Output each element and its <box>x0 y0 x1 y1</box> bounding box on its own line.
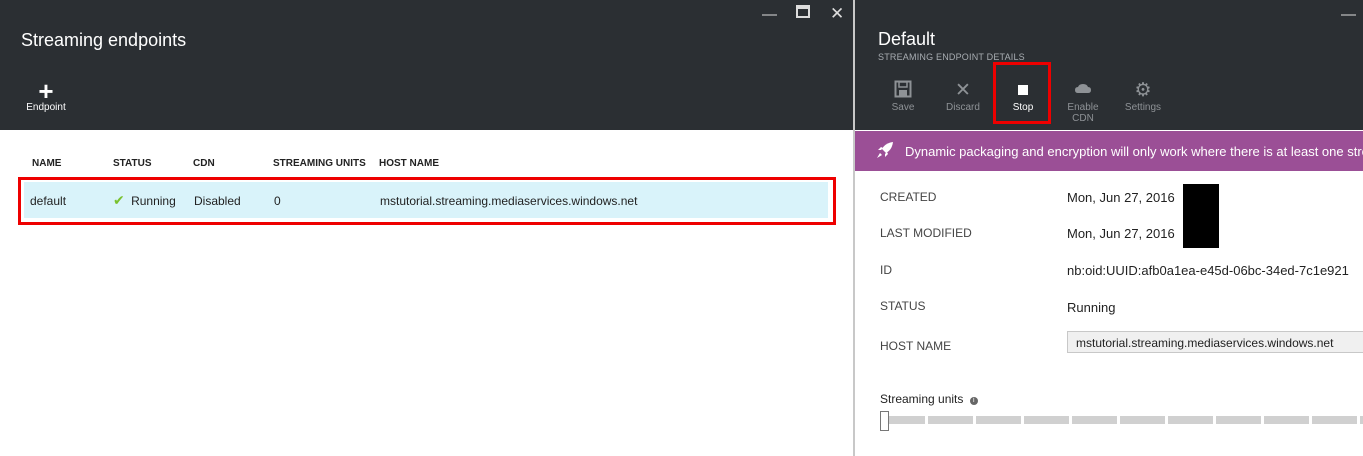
cloud-icon <box>1063 80 1103 102</box>
gear-icon: ⚙ <box>1134 80 1152 101</box>
details-subtitle: STREAMING ENDPOINT DETAILS <box>878 52 1025 62</box>
save-icon <box>883 80 923 102</box>
host-name-label: HOST NAME <box>880 339 952 353</box>
id-value: nb:oid:UUID:afb0a1ea-e45d-06bc-34ed-7c1e… <box>1067 263 1349 278</box>
save-button[interactable]: Save <box>883 80 923 113</box>
row-name: default <box>30 194 67 208</box>
discard-x-icon: ✕ <box>955 80 971 101</box>
enable-cdn-label-2: CDN <box>1072 113 1094 124</box>
col-header-name[interactable]: NAME <box>32 158 61 169</box>
col-header-status[interactable]: STATUS <box>113 158 152 169</box>
row-cdn: Disabled <box>194 194 241 208</box>
slider-segment <box>1168 416 1213 424</box>
row-host-name: mstutorial.streaming.mediaservices.windo… <box>380 194 638 208</box>
status-label: STATUS <box>880 299 926 313</box>
col-header-cdn[interactable]: CDN <box>193 158 215 169</box>
discard-label: Discard <box>946 102 980 113</box>
slider-segment <box>928 416 973 424</box>
rocket-icon <box>875 140 895 165</box>
last-modified-label: LAST MODIFIED <box>880 226 972 240</box>
streaming-endpoints-blade: Streaming endpoints — ✕ + Endpoint NAME … <box>0 0 853 456</box>
streaming-units-label-text: Streaming units <box>880 392 964 406</box>
created-value: Mon, Jun 27, 2016 <box>1067 190 1175 205</box>
minimize-icon[interactable]: — <box>762 6 777 23</box>
slider-segment <box>1216 416 1261 424</box>
streaming-units-slider-track[interactable] <box>880 416 1363 426</box>
check-icon: ✔ <box>113 192 125 208</box>
redaction-block <box>1183 184 1219 248</box>
slider-segment <box>1072 416 1117 424</box>
details-header: Default STREAMING ENDPOINT DETAILS — Sav… <box>855 0 1363 130</box>
last-modified-value: Mon, Jun 27, 2016 <box>1067 226 1175 241</box>
host-name-field[interactable]: mstutorial.streaming.mediaservices.windo… <box>1067 331 1363 353</box>
slider-segment <box>1312 416 1357 424</box>
discard-button[interactable]: ✕ Discard <box>942 80 984 113</box>
enable-cdn-label-1: Enable <box>1067 102 1099 113</box>
maximize-icon[interactable] <box>796 5 810 22</box>
info-icon[interactable]: i <box>969 397 978 405</box>
save-label: Save <box>891 102 915 113</box>
slider-segment <box>1264 416 1309 424</box>
slider-segment <box>976 416 1021 424</box>
enable-cdn-button[interactable]: Enable CDN <box>1063 80 1103 124</box>
col-header-streaming-units[interactable]: STREAMING UNITS <box>273 158 366 169</box>
add-endpoint-button[interactable]: + Endpoint <box>24 76 68 113</box>
row-streaming-units: 0 <box>274 194 281 208</box>
close-icon[interactable]: ✕ <box>830 4 844 24</box>
streaming-units-slider-thumb[interactable] <box>880 411 889 431</box>
blade-title: Streaming endpoints <box>21 30 187 50</box>
streaming-endpoint-details-blade: Default STREAMING ENDPOINT DETAILS — Sav… <box>855 0 1363 456</box>
row-status-text: Running <box>131 194 176 208</box>
created-label: CREATED <box>880 190 937 204</box>
add-endpoint-label: Endpoint <box>26 102 66 113</box>
slider-segment <box>1120 416 1165 424</box>
id-label: ID <box>880 263 892 277</box>
slider-segment <box>1024 416 1069 424</box>
info-banner: Dynamic packaging and encryption will on… <box>855 131 1363 171</box>
details-title: Default <box>878 29 936 49</box>
status-value: Running <box>1067 300 1116 315</box>
minimize-icon[interactable]: — <box>1341 6 1356 23</box>
banner-text: Dynamic packaging and encryption will on… <box>905 144 1363 159</box>
stop-highlight-box <box>993 62 1051 124</box>
streaming-units-label: Streaming units i <box>880 392 978 406</box>
row-status: ✔ Running <box>113 192 176 209</box>
col-header-host-name[interactable]: HOST NAME <box>379 158 439 169</box>
plus-icon: + <box>38 76 54 106</box>
settings-label: Settings <box>1124 102 1162 113</box>
settings-button[interactable]: ⚙ Settings <box>1121 80 1165 113</box>
blade-header: Streaming endpoints — ✕ + Endpoint <box>0 0 853 130</box>
